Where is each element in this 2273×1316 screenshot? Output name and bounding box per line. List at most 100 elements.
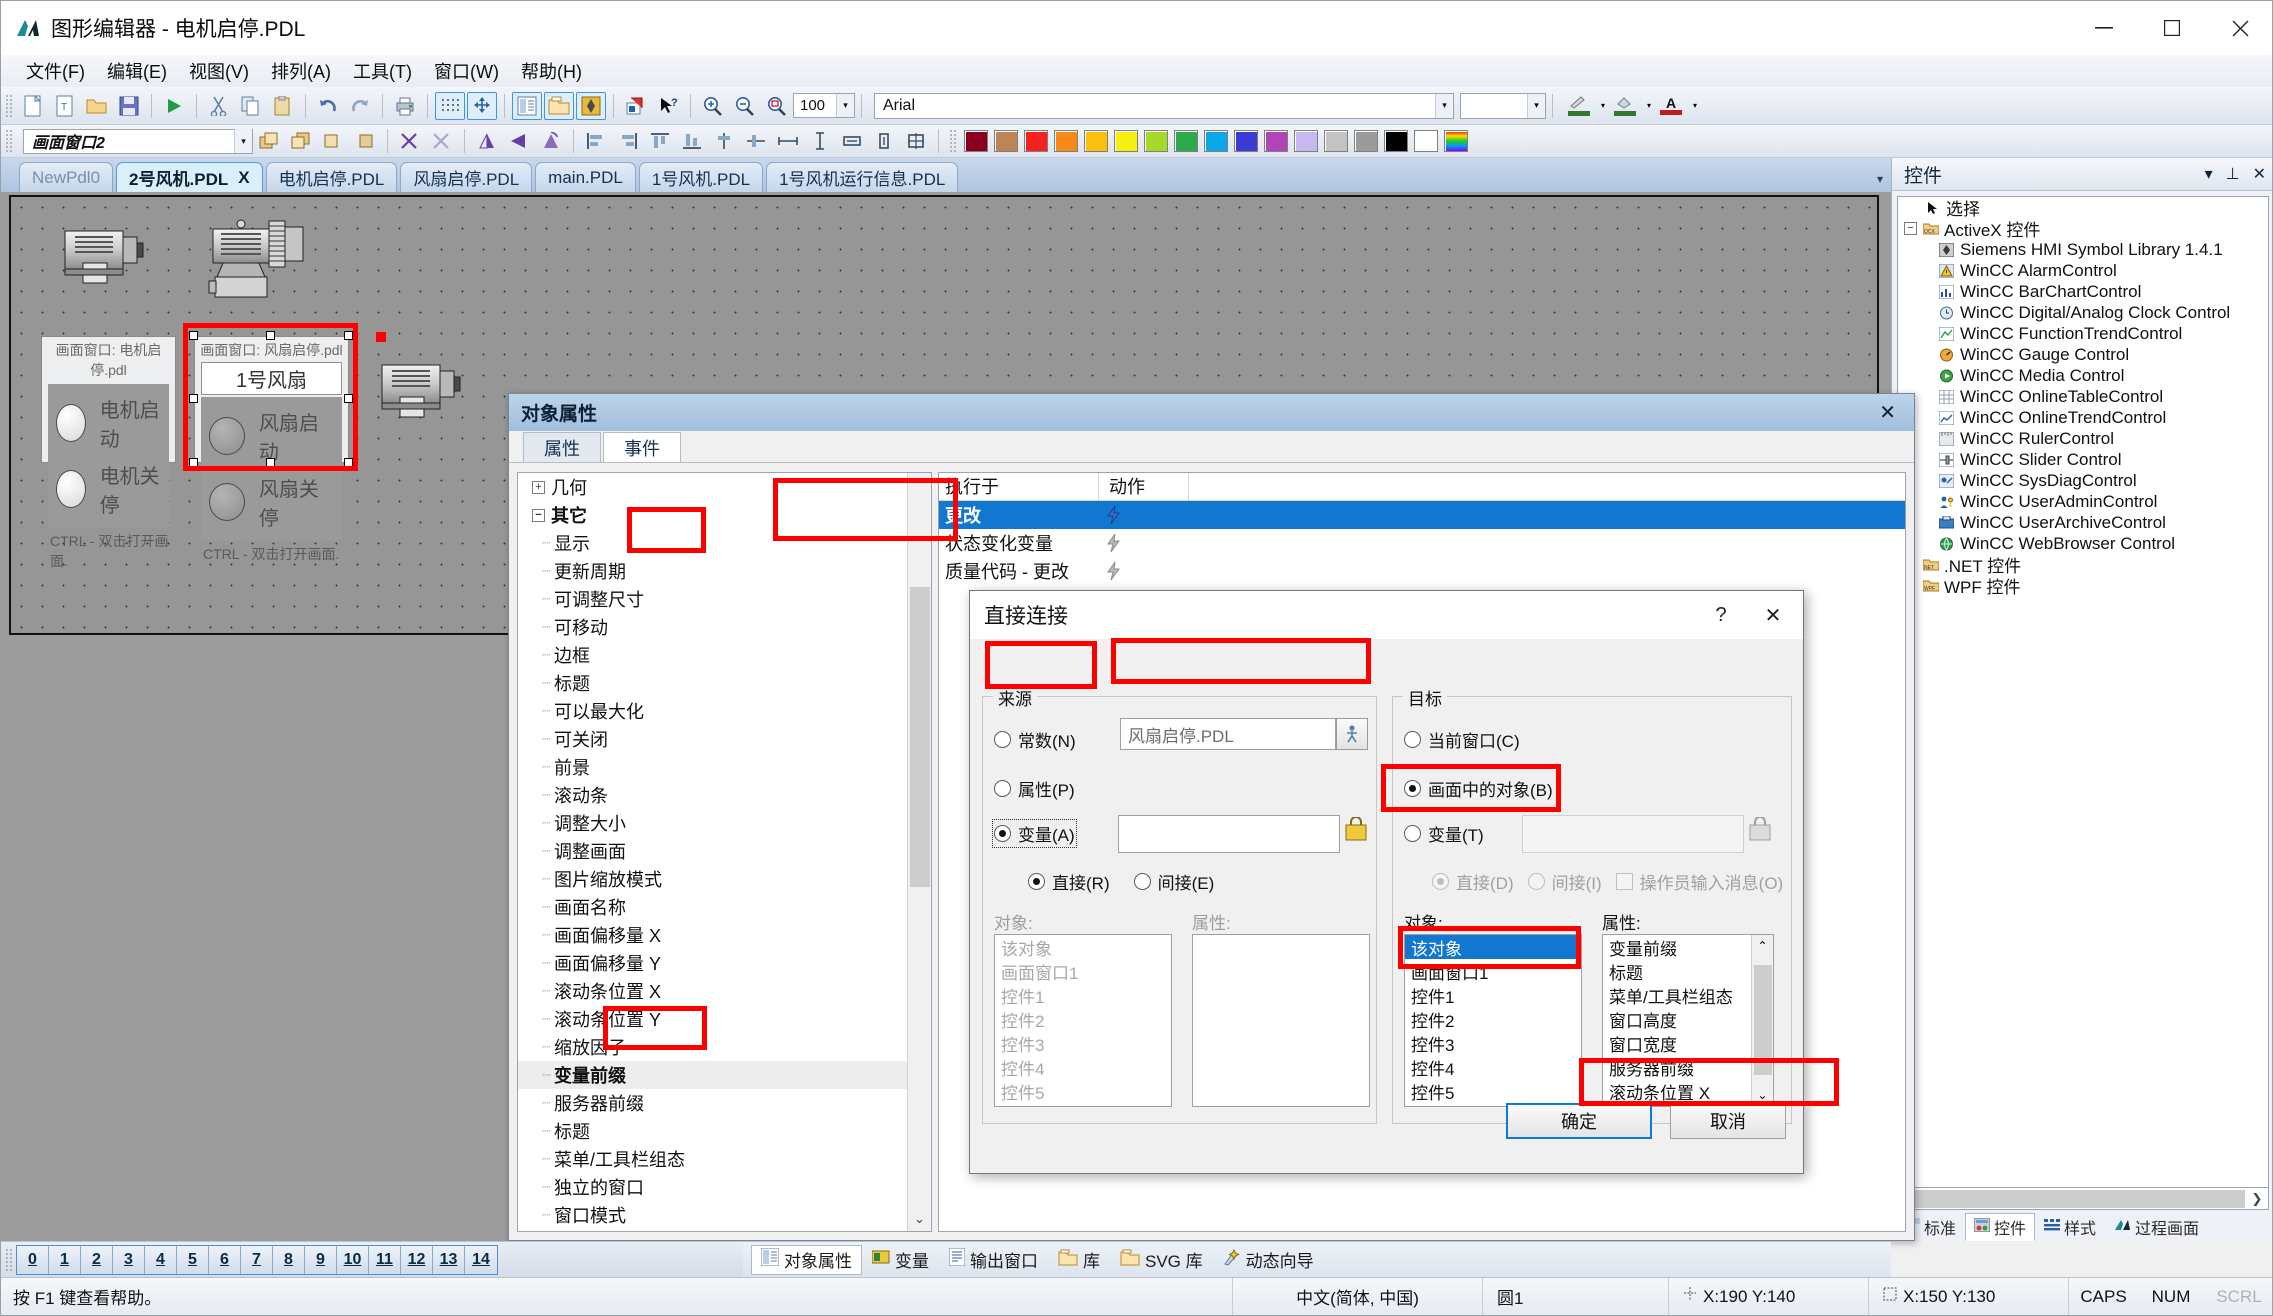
property-tree-item[interactable]: ┈ 画面偏移量 X (518, 921, 931, 949)
redo-icon[interactable] (345, 92, 375, 120)
resize-handle[interactable] (344, 458, 353, 467)
layer-button-12[interactable]: 12 (401, 1245, 433, 1274)
chevron-down-icon[interactable]: ▾ (1435, 93, 1453, 118)
toolbar-grip[interactable] (5, 93, 13, 118)
properties-icon[interactable] (512, 91, 542, 120)
bring-forward-icon[interactable] (318, 127, 348, 155)
target-property-list-scrollbar[interactable]: ⌃ ⌄ (1751, 935, 1773, 1106)
property-tree-item[interactable]: ┈ 显示 (518, 529, 931, 557)
property-tree-item[interactable]: ┈ 独立的窗口 (518, 1173, 931, 1201)
radio-indicator[interactable] (1527, 873, 1545, 890)
property-tree-item[interactable]: ┈ 边框 (518, 641, 931, 669)
lightning-blue-icon[interactable] (1099, 505, 1189, 525)
list-item[interactable]: 控件2 (1405, 1007, 1581, 1031)
property-tree-group-geometry[interactable]: + 几何 (518, 473, 931, 501)
lamp-row[interactable]: 电机关停 (48, 456, 169, 522)
list-item[interactable]: 控件1 (1405, 983, 1581, 1007)
resize-handle[interactable] (344, 394, 353, 403)
tree-item-select[interactable]: 选择 (1898, 197, 2268, 219)
center-vertical-icon[interactable] (709, 127, 739, 155)
list-item[interactable]: 标题 (1603, 959, 1773, 983)
property-tree-item[interactable]: ┈ 可以最大化 (518, 697, 931, 725)
motor-icon-1[interactable] (59, 223, 147, 294)
font-size-combo[interactable]: ▾ (1460, 92, 1546, 119)
scrollbar-thumb[interactable] (909, 587, 930, 887)
indicator-lamp-icon[interactable] (209, 417, 245, 455)
controls-tree[interactable]: 选择 − OCX ActiveX 控件 Siemens HMI Symbol L… (1897, 196, 2269, 1188)
radio-indicator[interactable] (1432, 873, 1449, 890)
list-item[interactable]: 控件3 (1405, 1031, 1581, 1055)
distribute-horizontal-icon[interactable] (773, 127, 803, 155)
copy-icon[interactable] (236, 92, 266, 120)
palette-swatch[interactable] (1204, 130, 1228, 152)
dock-tab-controls[interactable]: 控件 (1965, 1213, 2036, 1241)
tab-dianji-qiting[interactable]: 电机启停.PDL (265, 162, 398, 192)
scroll-down-icon[interactable]: ⌄ (909, 1207, 931, 1231)
close-icon[interactable]: ✕ (1747, 592, 1799, 638)
menu-help[interactable]: 帮助(H) (510, 55, 593, 87)
help-icon[interactable]: ? (1695, 592, 1747, 638)
target-indirect-radio[interactable]: 间接(I) (1527, 869, 1602, 894)
menu-arrange[interactable]: 排列(A) (260, 55, 342, 87)
radio-indicator[interactable] (994, 780, 1011, 797)
menu-window[interactable]: 窗口(W) (423, 55, 510, 87)
bottom-tab-output-window[interactable]: 输出窗口 (939, 1245, 1048, 1275)
property-tree-item[interactable]: ┈ 调整大小 (518, 809, 931, 837)
layer-button-4[interactable]: 4 (145, 1245, 177, 1274)
zoom-out-icon[interactable] (730, 92, 760, 120)
list-item[interactable]: 控件1 (995, 983, 1171, 1007)
layer-bar-grip[interactable] (5, 1247, 13, 1272)
controls-tree-horizontal-scrollbar[interactable]: ❯ (1897, 1188, 2269, 1210)
font-color-icon[interactable]: A (1652, 92, 1690, 120)
tree-item-wincc-media-control[interactable]: WinCC Media Control (1898, 365, 2268, 386)
list-item[interactable]: 滚动条位置 X (1603, 1079, 1773, 1103)
radio-indicator[interactable] (1028, 873, 1045, 890)
tab-2hao-fengji[interactable]: 2号风机.PDL X (116, 162, 263, 192)
target-variable-input[interactable] (1522, 815, 1744, 853)
property-tree[interactable]: + 几何 − 其它 ┈ 显示 ┈ 更新周期 ┈ 可调整尺寸 ┈ 可移动 ┈ 边框 ┈ 标题 … (517, 472, 932, 1232)
scroll-up-icon[interactable]: ⌃ (1753, 935, 1773, 957)
layer-button-9[interactable]: 9 (305, 1245, 337, 1274)
property-tree-scrollbar[interactable]: ⌃ ⌄ (907, 473, 931, 1231)
source-variable-input[interactable] (1118, 815, 1340, 853)
target-property-list[interactable]: 变量前缀 标题 菜单/工具栏组态 窗口高度 窗口宽度 服务器前缀 滚动条位置 X… (1602, 934, 1774, 1107)
indicator-lamp-icon[interactable] (56, 404, 86, 442)
layer-button-13[interactable]: 13 (433, 1245, 465, 1274)
tree-item-wincc-webbrowser-control[interactable]: WinCC WebBrowser Control (1898, 533, 2268, 554)
current-layer-combo[interactable]: 画面窗口2 ▾ (23, 128, 253, 154)
source-variable-radio[interactable]: 变量(A) (992, 819, 1077, 848)
list-item[interactable]: 控件5 (1405, 1079, 1581, 1103)
palette-more-colors[interactable] (1444, 130, 1468, 152)
ungroup-icon[interactable] (427, 127, 457, 155)
target-current-window-radio[interactable]: 当前窗口(C) (1404, 727, 1520, 753)
target-object-list[interactable]: 该对象 画面窗口1 控件1 控件2 控件3 控件4 控件5 控件6 (1404, 934, 1582, 1107)
chevron-down-icon[interactable]: ▾ (836, 94, 854, 117)
source-property-radio[interactable]: 属性(P) (994, 776, 1075, 802)
layer-button-6[interactable]: 6 (209, 1245, 241, 1274)
property-tree-item[interactable]: ┈ 前景 (518, 753, 931, 781)
picture-window-fan[interactable]: 画面窗口: 风扇启停.pdl 1号风扇 风扇启动 风扇关停 CTRL - 双击打… (194, 336, 349, 562)
menu-file[interactable]: 文件(F) (15, 55, 96, 87)
layer-button-1[interactable]: 1 (49, 1245, 81, 1274)
maximize-button[interactable] (2138, 1, 2206, 55)
property-tree-item-variable-prefix[interactable]: ┈ 变量前缀 (518, 1061, 931, 1089)
zoom-level-combo[interactable]: 100 ▾ (793, 93, 855, 118)
palette-swatch[interactable] (1054, 130, 1078, 152)
property-tree-item[interactable]: ┈ 滚动条 (518, 781, 931, 809)
radio-indicator[interactable] (994, 825, 1011, 842)
tree-item-wincc-gauge-control[interactable]: WinCC Gauge Control (1898, 344, 2268, 365)
direct-connection-dialog[interactable]: 直接连接 ? ✕ 来源 常数(N) 风扇启停.PDL 属性(P) 变量(A) 直… (969, 590, 1804, 1174)
blower-motor-icon[interactable] (199, 215, 315, 306)
distribute-vertical-icon[interactable] (805, 127, 835, 155)
target-object-in-picture-radio[interactable]: 画面中的对象(B) (1404, 776, 1553, 802)
radio-indicator[interactable] (1404, 825, 1421, 842)
close-icon[interactable]: ✕ (2253, 164, 2266, 184)
property-tree-item[interactable]: ┈ 滚动条位置 X (518, 977, 931, 1005)
source-constant-radio[interactable]: 常数(N) (994, 727, 1076, 753)
align-left-icon[interactable] (581, 127, 611, 155)
tab-properties[interactable]: 属性 (523, 432, 601, 462)
radio-indicator[interactable] (1404, 731, 1421, 748)
bottom-tab-object-properties[interactable]: 对象属性 (751, 1244, 862, 1275)
tab-1hao-fengji[interactable]: 1号风机.PDL (638, 162, 764, 192)
lightning-grey-icon[interactable] (1099, 561, 1189, 581)
